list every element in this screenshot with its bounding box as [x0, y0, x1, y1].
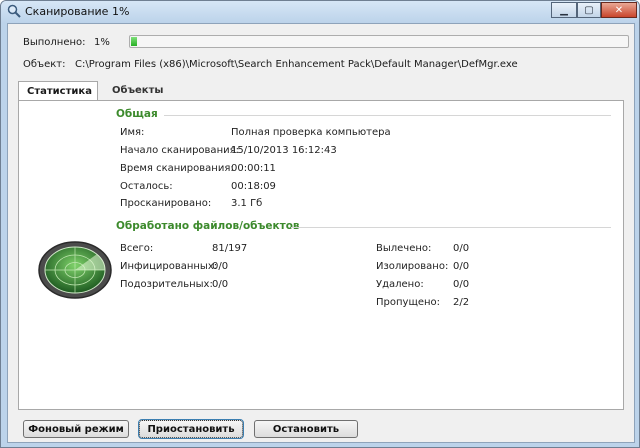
close-button[interactable]: ✕ — [601, 2, 637, 18]
processed-section-title: Обработано файлов/объектов — [116, 220, 300, 232]
general-key-elapsed: Время сканирования: — [120, 163, 234, 174]
processed-value-quarantined: 0/0 — [453, 261, 470, 272]
object-path: C:\Program Files (x86)\Microsoft\Search … — [75, 59, 518, 70]
general-divider — [164, 115, 611, 116]
general-key-name: Имя: — [120, 127, 145, 138]
general-value-start: 15/10/2013 16:12:43 — [231, 145, 337, 156]
processed-value-total: 81/197 — [212, 243, 248, 254]
window-title: Сканирование 1% — [25, 5, 130, 18]
progress-percent: 1% — [94, 37, 110, 48]
tab-statistics[interactable]: Статистика — [18, 81, 98, 100]
magnifier-icon — [7, 4, 21, 18]
pause-button[interactable]: Приостановить — [138, 419, 244, 439]
title-bar[interactable]: Сканирование 1% ▁ ▢ ✕ — [1, 1, 639, 23]
processed-key-skipped: Пропущено: — [376, 297, 441, 308]
window-client: Выполнено: 1% Объект: C:\Program Files (… — [7, 23, 635, 443]
stop-button[interactable]: Остановить — [254, 420, 358, 438]
minimize-icon: ▁ — [560, 4, 568, 16]
general-key-remaining: Осталось: — [120, 181, 173, 192]
general-value-name: Полная проверка компьютера — [231, 127, 391, 138]
general-value-elapsed: 00:00:11 — [231, 163, 276, 174]
scan-window: Сканирование 1% ▁ ▢ ✕ Выполнено: 1% Объе… — [0, 0, 640, 448]
general-key-scanned: Просканировано: — [120, 198, 212, 209]
processed-key-infected: Инфицированных: — [120, 261, 218, 272]
processed-key-cured: Вылечено: — [376, 243, 432, 254]
maximize-button[interactable]: ▢ — [577, 2, 601, 18]
general-value-remaining: 00:18:09 — [231, 181, 276, 192]
processed-value-infected: 0/0 — [212, 261, 229, 272]
processed-key-suspicious: Подозрительных: — [120, 279, 213, 290]
general-section-title: Общая — [116, 108, 158, 120]
minimize-button[interactable]: ▁ — [551, 2, 577, 18]
object-label: Объект: — [23, 59, 66, 70]
processed-divider — [291, 227, 611, 228]
processed-value-skipped: 2/2 — [453, 297, 470, 308]
processed-key-deleted: Удалено: — [376, 279, 424, 290]
processed-value-deleted: 0/0 — [453, 279, 470, 290]
progress-label: Выполнено: — [23, 37, 86, 48]
processed-key-total: Всего: — [120, 243, 154, 254]
background-mode-button[interactable]: Фоновый режим — [23, 420, 129, 438]
general-key-start: Начало сканирования: — [120, 145, 239, 156]
close-icon: ✕ — [614, 4, 624, 16]
progress-fill — [131, 37, 137, 46]
scan-progress-bar — [129, 35, 629, 48]
processed-value-cured: 0/0 — [453, 243, 470, 254]
processed-value-suspicious: 0/0 — [212, 279, 229, 290]
radar-scan-icon — [38, 241, 112, 299]
maximize-icon: ▢ — [584, 4, 594, 16]
general-value-scanned: 3.1 Гб — [231, 198, 263, 209]
statistics-panel: Общая Имя: Полная проверка компьютера На… — [18, 100, 624, 410]
tab-objects[interactable]: Объекты — [104, 81, 171, 100]
processed-key-quarantined: Изолировано: — [376, 261, 449, 272]
